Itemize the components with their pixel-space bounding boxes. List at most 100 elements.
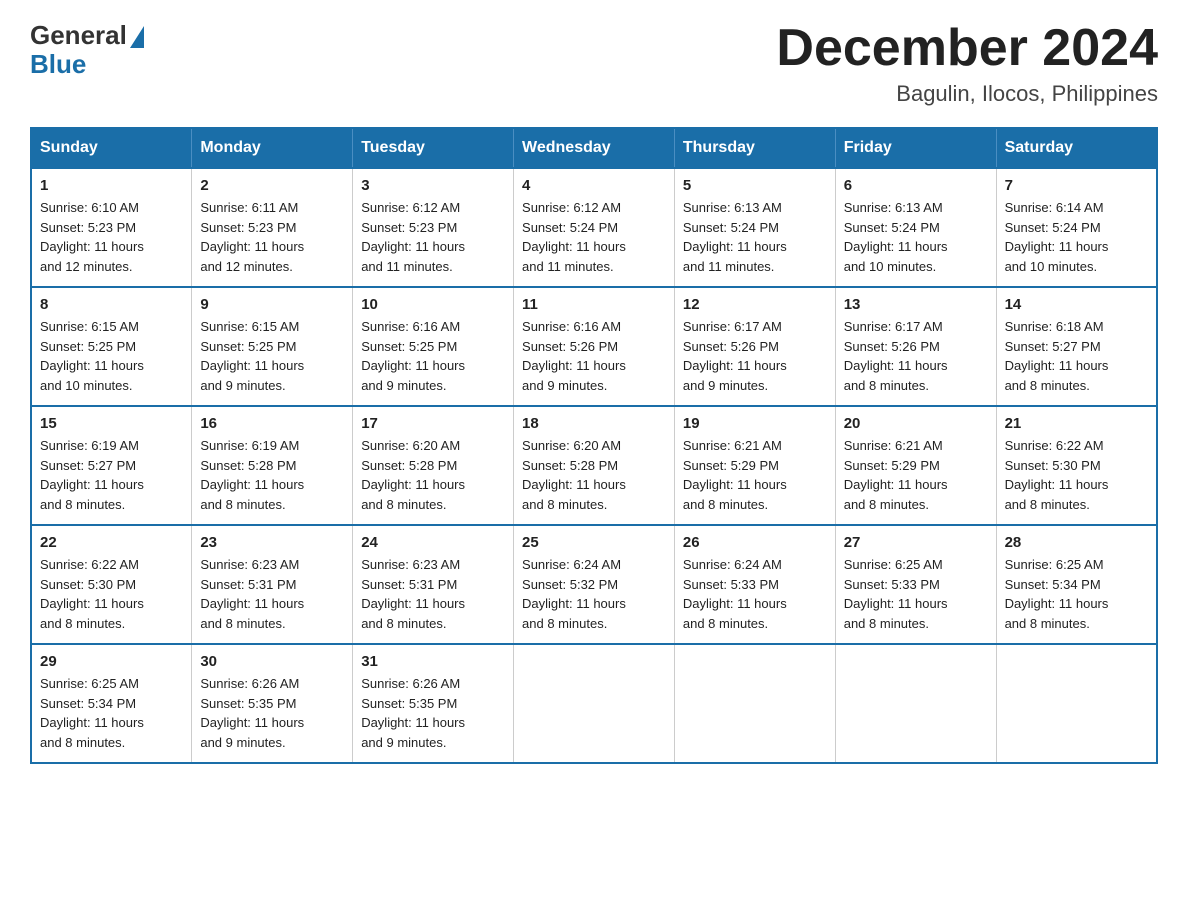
calendar-cell: 25 Sunrise: 6:24 AMSunset: 5:32 PMDaylig…	[514, 525, 675, 644]
day-number: 1	[40, 177, 183, 194]
day-number: 9	[200, 296, 344, 313]
day-number: 30	[200, 653, 344, 670]
calendar-cell	[514, 644, 675, 763]
weekday-header-monday: Monday	[192, 128, 353, 168]
calendar-cell: 16 Sunrise: 6:19 AMSunset: 5:28 PMDaylig…	[192, 406, 353, 525]
calendar-cell	[996, 644, 1157, 763]
page-header: General Blue December 2024 Bagulin, Iloc…	[30, 20, 1158, 107]
calendar-cell: 7 Sunrise: 6:14 AMSunset: 5:24 PMDayligh…	[996, 168, 1157, 287]
day-number: 19	[683, 415, 827, 432]
calendar-cell: 15 Sunrise: 6:19 AMSunset: 5:27 PMDaylig…	[31, 406, 192, 525]
day-number: 24	[361, 534, 505, 551]
day-number: 11	[522, 296, 666, 313]
day-info: Sunrise: 6:22 AMSunset: 5:30 PMDaylight:…	[40, 557, 144, 631]
day-info: Sunrise: 6:17 AMSunset: 5:26 PMDaylight:…	[844, 319, 948, 393]
day-info: Sunrise: 6:26 AMSunset: 5:35 PMDaylight:…	[200, 676, 304, 750]
calendar-cell: 18 Sunrise: 6:20 AMSunset: 5:28 PMDaylig…	[514, 406, 675, 525]
day-number: 3	[361, 177, 505, 194]
calendar-cell: 28 Sunrise: 6:25 AMSunset: 5:34 PMDaylig…	[996, 525, 1157, 644]
weekday-header-thursday: Thursday	[674, 128, 835, 168]
logo-triangle-icon	[130, 26, 144, 48]
day-number: 17	[361, 415, 505, 432]
day-info: Sunrise: 6:23 AMSunset: 5:31 PMDaylight:…	[200, 557, 304, 631]
calendar-cell: 2 Sunrise: 6:11 AMSunset: 5:23 PMDayligh…	[192, 168, 353, 287]
day-info: Sunrise: 6:11 AMSunset: 5:23 PMDaylight:…	[200, 200, 304, 274]
day-info: Sunrise: 6:21 AMSunset: 5:29 PMDaylight:…	[844, 438, 948, 512]
calendar-cell: 17 Sunrise: 6:20 AMSunset: 5:28 PMDaylig…	[353, 406, 514, 525]
day-info: Sunrise: 6:15 AMSunset: 5:25 PMDaylight:…	[40, 319, 144, 393]
day-number: 23	[200, 534, 344, 551]
calendar-cell: 19 Sunrise: 6:21 AMSunset: 5:29 PMDaylig…	[674, 406, 835, 525]
logo-blue-text: Blue	[30, 49, 86, 80]
day-number: 4	[522, 177, 666, 194]
calendar-header-row: SundayMondayTuesdayWednesdayThursdayFrid…	[31, 128, 1157, 168]
calendar-body: 1 Sunrise: 6:10 AMSunset: 5:23 PMDayligh…	[31, 168, 1157, 763]
day-info: Sunrise: 6:20 AMSunset: 5:28 PMDaylight:…	[361, 438, 465, 512]
day-info: Sunrise: 6:16 AMSunset: 5:25 PMDaylight:…	[361, 319, 465, 393]
day-info: Sunrise: 6:19 AMSunset: 5:28 PMDaylight:…	[200, 438, 304, 512]
weekday-header-wednesday: Wednesday	[514, 128, 675, 168]
day-number: 27	[844, 534, 988, 551]
logo-general-text: General	[30, 20, 127, 51]
calendar-cell: 14 Sunrise: 6:18 AMSunset: 5:27 PMDaylig…	[996, 287, 1157, 406]
day-number: 18	[522, 415, 666, 432]
day-number: 5	[683, 177, 827, 194]
day-number: 26	[683, 534, 827, 551]
calendar-cell: 1 Sunrise: 6:10 AMSunset: 5:23 PMDayligh…	[31, 168, 192, 287]
day-number: 13	[844, 296, 988, 313]
day-info: Sunrise: 6:23 AMSunset: 5:31 PMDaylight:…	[361, 557, 465, 631]
calendar-cell: 27 Sunrise: 6:25 AMSunset: 5:33 PMDaylig…	[835, 525, 996, 644]
calendar-cell: 3 Sunrise: 6:12 AMSunset: 5:23 PMDayligh…	[353, 168, 514, 287]
day-info: Sunrise: 6:15 AMSunset: 5:25 PMDaylight:…	[200, 319, 304, 393]
calendar-cell: 22 Sunrise: 6:22 AMSunset: 5:30 PMDaylig…	[31, 525, 192, 644]
calendar-cell: 20 Sunrise: 6:21 AMSunset: 5:29 PMDaylig…	[835, 406, 996, 525]
calendar-cell: 21 Sunrise: 6:22 AMSunset: 5:30 PMDaylig…	[996, 406, 1157, 525]
calendar-cell: 10 Sunrise: 6:16 AMSunset: 5:25 PMDaylig…	[353, 287, 514, 406]
day-info: Sunrise: 6:10 AMSunset: 5:23 PMDaylight:…	[40, 200, 144, 274]
day-info: Sunrise: 6:13 AMSunset: 5:24 PMDaylight:…	[844, 200, 948, 274]
calendar-week-row: 8 Sunrise: 6:15 AMSunset: 5:25 PMDayligh…	[31, 287, 1157, 406]
day-number: 12	[683, 296, 827, 313]
logo: General Blue	[30, 20, 144, 80]
calendar-cell	[674, 644, 835, 763]
day-info: Sunrise: 6:12 AMSunset: 5:24 PMDaylight:…	[522, 200, 626, 274]
day-info: Sunrise: 6:17 AMSunset: 5:26 PMDaylight:…	[683, 319, 787, 393]
weekday-header-sunday: Sunday	[31, 128, 192, 168]
month-title: December 2024	[776, 20, 1158, 77]
calendar-week-row: 22 Sunrise: 6:22 AMSunset: 5:30 PMDaylig…	[31, 525, 1157, 644]
day-info: Sunrise: 6:24 AMSunset: 5:32 PMDaylight:…	[522, 557, 626, 631]
day-number: 6	[844, 177, 988, 194]
calendar-cell: 8 Sunrise: 6:15 AMSunset: 5:25 PMDayligh…	[31, 287, 192, 406]
day-info: Sunrise: 6:18 AMSunset: 5:27 PMDaylight:…	[1005, 319, 1109, 393]
calendar-cell: 30 Sunrise: 6:26 AMSunset: 5:35 PMDaylig…	[192, 644, 353, 763]
weekday-header-friday: Friday	[835, 128, 996, 168]
day-info: Sunrise: 6:16 AMSunset: 5:26 PMDaylight:…	[522, 319, 626, 393]
day-number: 20	[844, 415, 988, 432]
day-info: Sunrise: 6:25 AMSunset: 5:34 PMDaylight:…	[40, 676, 144, 750]
calendar-cell: 4 Sunrise: 6:12 AMSunset: 5:24 PMDayligh…	[514, 168, 675, 287]
calendar-week-row: 1 Sunrise: 6:10 AMSunset: 5:23 PMDayligh…	[31, 168, 1157, 287]
day-number: 16	[200, 415, 344, 432]
calendar-cell: 12 Sunrise: 6:17 AMSunset: 5:26 PMDaylig…	[674, 287, 835, 406]
day-number: 29	[40, 653, 183, 670]
day-number: 15	[40, 415, 183, 432]
location-title: Bagulin, Ilocos, Philippines	[776, 81, 1158, 107]
day-number: 28	[1005, 534, 1148, 551]
weekday-header-saturday: Saturday	[996, 128, 1157, 168]
calendar-cell: 5 Sunrise: 6:13 AMSunset: 5:24 PMDayligh…	[674, 168, 835, 287]
calendar-cell: 26 Sunrise: 6:24 AMSunset: 5:33 PMDaylig…	[674, 525, 835, 644]
day-info: Sunrise: 6:19 AMSunset: 5:27 PMDaylight:…	[40, 438, 144, 512]
day-info: Sunrise: 6:13 AMSunset: 5:24 PMDaylight:…	[683, 200, 787, 274]
calendar-cell: 31 Sunrise: 6:26 AMSunset: 5:35 PMDaylig…	[353, 644, 514, 763]
calendar-cell: 23 Sunrise: 6:23 AMSunset: 5:31 PMDaylig…	[192, 525, 353, 644]
day-number: 21	[1005, 415, 1148, 432]
day-info: Sunrise: 6:24 AMSunset: 5:33 PMDaylight:…	[683, 557, 787, 631]
calendar-table: SundayMondayTuesdayWednesdayThursdayFrid…	[30, 127, 1158, 764]
weekday-header-tuesday: Tuesday	[353, 128, 514, 168]
day-info: Sunrise: 6:12 AMSunset: 5:23 PMDaylight:…	[361, 200, 465, 274]
day-info: Sunrise: 6:25 AMSunset: 5:34 PMDaylight:…	[1005, 557, 1109, 631]
day-number: 7	[1005, 177, 1148, 194]
calendar-cell	[835, 644, 996, 763]
day-number: 22	[40, 534, 183, 551]
day-info: Sunrise: 6:26 AMSunset: 5:35 PMDaylight:…	[361, 676, 465, 750]
